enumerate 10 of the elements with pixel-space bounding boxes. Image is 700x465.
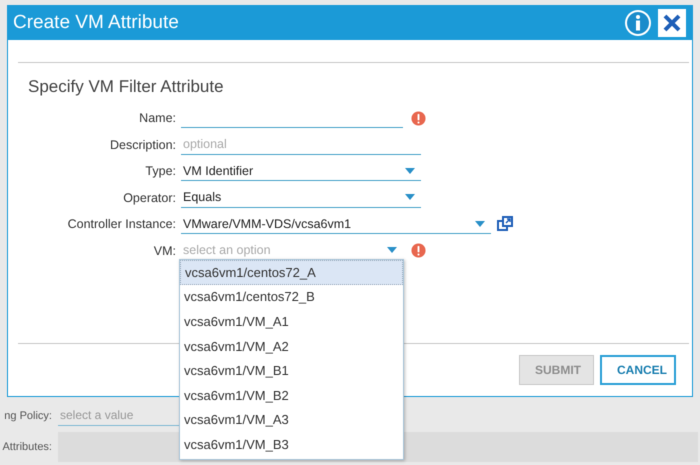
field-label: Operator: [122,190,177,205]
field-label: Type: [144,164,177,178]
field-label: Description: [109,138,177,152]
field-label: Controller Instance: [66,217,177,232]
field-label: VM: [152,244,177,258]
section-title: Specify VM Filter Attribute [28,77,225,97]
field-label: Name: [138,111,177,126]
background-label: ng Policy: [3,410,52,422]
dialog-title: Create VM Attribute [13,12,180,34]
background-label: Attributes: [1,441,52,453]
